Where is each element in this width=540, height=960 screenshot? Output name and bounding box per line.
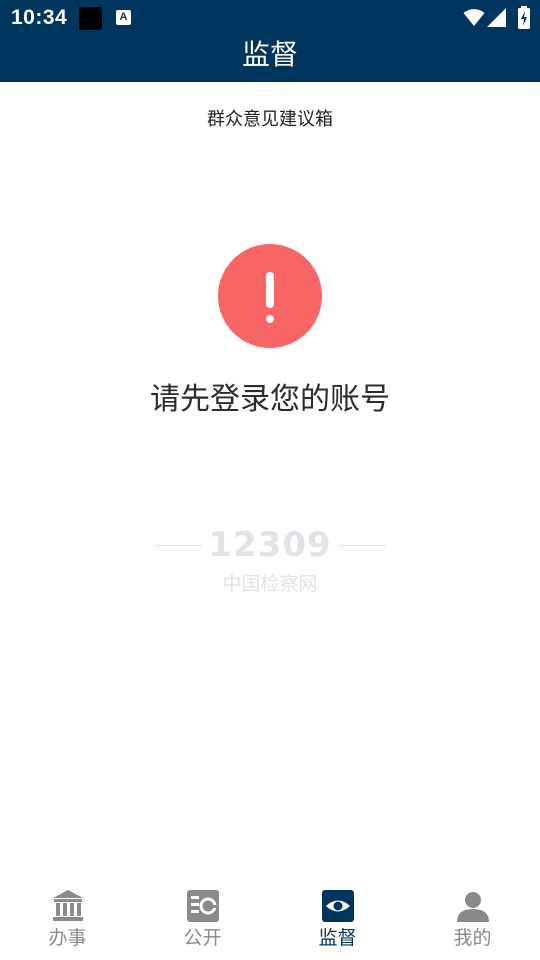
watermark-number: 12309 xyxy=(208,525,332,565)
wifi-icon xyxy=(463,9,485,26)
tab-label: 公开 xyxy=(183,927,222,949)
alert-exclamation-icon xyxy=(218,244,322,348)
suggestion-box-title: 群众意见建议箱 xyxy=(207,109,333,130)
page-title: 监督 xyxy=(241,38,298,71)
watermark-logo: 12309 中国检察网 xyxy=(150,525,390,595)
bank-icon xyxy=(53,890,83,921)
notification-a-icon: A xyxy=(116,10,131,25)
login-prompt-message[interactable]: 请先登录您的账号 xyxy=(0,374,540,418)
tab-label: 监督 xyxy=(318,927,357,949)
tab-label: 办事 xyxy=(48,927,87,949)
notification-square-icon xyxy=(79,7,102,30)
tab-wode[interactable]: 我的 xyxy=(405,880,540,960)
tab-label: 我的 xyxy=(453,927,492,949)
tab-banshi[interactable]: 办事 xyxy=(0,880,135,960)
tab-jiandu[interactable]: 监督 xyxy=(270,880,405,960)
bottom-tab-bar: 办事 公开 监督 我的 xyxy=(0,880,540,960)
eye-icon xyxy=(322,890,354,922)
cell-signal-icon xyxy=(487,8,506,27)
tab-gongkai[interactable]: 公开 xyxy=(135,880,270,960)
app-header: 10:34 A 监督 xyxy=(0,0,540,82)
user-icon xyxy=(457,892,489,922)
watermark-text: 中国检察网 xyxy=(222,573,318,595)
status-bar: 10:34 A xyxy=(0,0,540,36)
battery-icon xyxy=(518,6,530,29)
disclosure-icon xyxy=(187,890,219,922)
status-time: 10:34 xyxy=(11,6,68,29)
